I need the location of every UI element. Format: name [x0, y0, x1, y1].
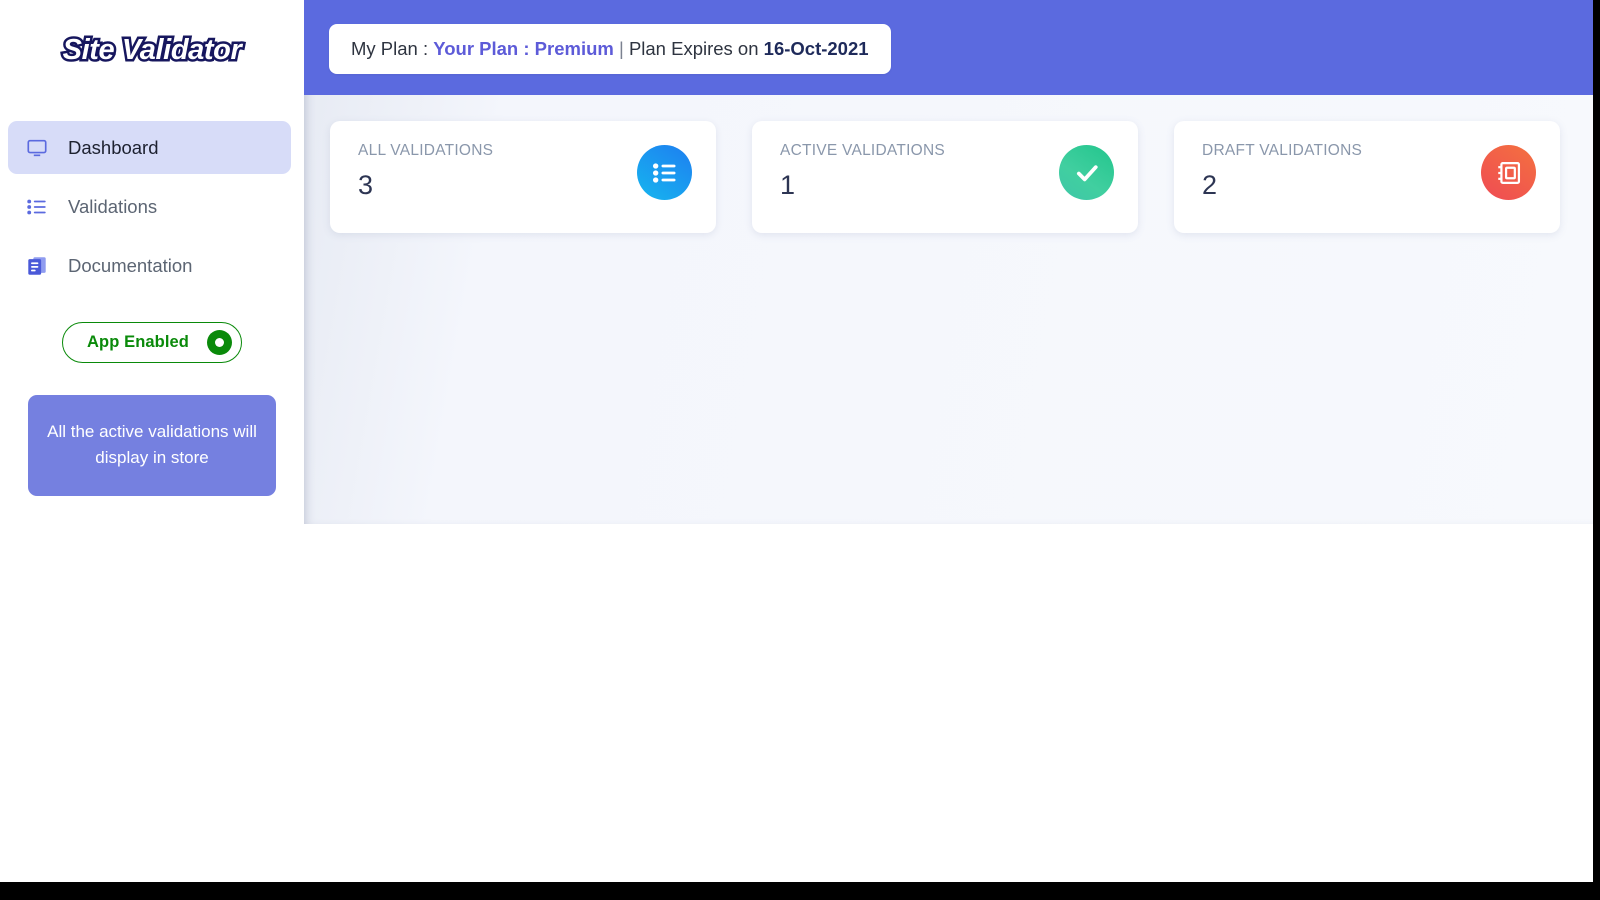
- app-enabled-toggle[interactable]: App Enabled: [62, 322, 242, 363]
- sidebar-item-dashboard[interactable]: Dashboard: [8, 121, 291, 174]
- plan-expiry-date: 16-Oct-2021: [763, 38, 869, 59]
- plan-separator: |: [613, 38, 629, 59]
- list-icon: [26, 196, 48, 218]
- app-toggle-wrapper: App Enabled: [0, 322, 304, 363]
- sidebar-item-label: Validations: [68, 195, 158, 217]
- list-badge-icon: [637, 145, 692, 200]
- stat-cards-row: ALL VALIDATIONS 3 ACTIVE VALIDATIONS 1 D…: [304, 95, 1593, 233]
- plan-prefix-label: My Plan :: [351, 38, 434, 59]
- sidebar-item-label: Dashboard: [68, 136, 159, 158]
- stat-card-all-validations[interactable]: ALL VALIDATIONS 3: [330, 121, 716, 233]
- sidebar-item-documentation[interactable]: Documentation: [8, 239, 291, 292]
- plan-name-label: Your Plan : Premium: [433, 38, 614, 59]
- document-icon: [26, 255, 48, 277]
- stat-card-draft-validations[interactable]: DRAFT VALIDATIONS 2: [1174, 121, 1560, 233]
- plan-expiry-prefix-label: Plan Expires on: [628, 38, 764, 59]
- sidebar: Site Validator Dashboard Validations Doc…: [0, 0, 304, 882]
- monitor-icon: [26, 137, 48, 159]
- app-toggle-label: App Enabled: [87, 333, 189, 351]
- check-badge-icon: [1059, 145, 1114, 200]
- plan-banner: My Plan : Your Plan : Premium | Plan Exp…: [329, 24, 891, 74]
- app-window: Site Validator Dashboard Validations Doc…: [0, 0, 1593, 882]
- app-logo-text: Site Validator: [60, 31, 244, 68]
- stat-card-active-validations[interactable]: ACTIVE VALIDATIONS 1: [752, 121, 1138, 233]
- sidebar-item-label: Documentation: [68, 254, 193, 276]
- notebook-badge-icon: [1481, 145, 1536, 200]
- sidebar-nav: Dashboard Validations Documentation: [0, 121, 304, 292]
- main-content: My Plan : Your Plan : Premium | Plan Exp…: [304, 0, 1593, 524]
- info-card-text: All the active validations will display …: [47, 422, 257, 468]
- top-header-bar: My Plan : Your Plan : Premium | Plan Exp…: [304, 0, 1593, 95]
- info-card: All the active validations will display …: [28, 395, 276, 496]
- toggle-knob-icon[interactable]: [206, 330, 232, 355]
- sidebar-item-validations[interactable]: Validations: [8, 180, 291, 233]
- app-logo[interactable]: Site Validator: [0, 0, 304, 100]
